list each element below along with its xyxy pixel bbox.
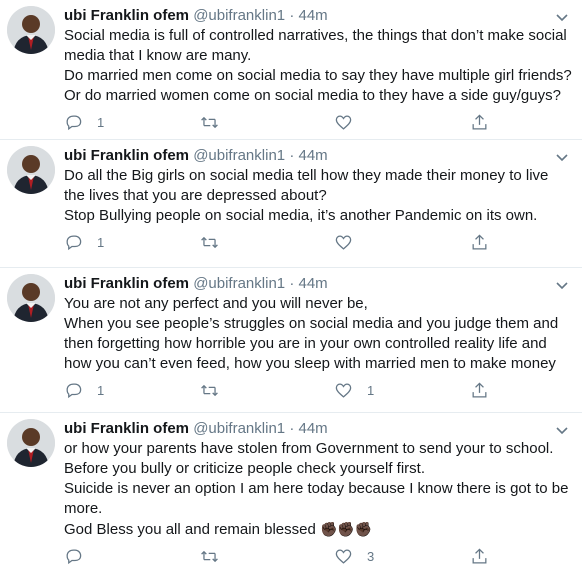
reply-button[interactable] bbox=[64, 546, 97, 566]
share-icon bbox=[472, 547, 487, 563]
share-icon bbox=[472, 113, 487, 129]
tweet-actions: 3 bbox=[64, 540, 572, 572]
tweet-actions: 1 1 bbox=[64, 374, 572, 406]
user-handle[interactable]: @ubifranklin1 bbox=[193, 7, 285, 24]
reply-icon bbox=[66, 115, 82, 130]
reply-button[interactable]: 1 bbox=[64, 232, 104, 252]
retweet-icon bbox=[201, 116, 218, 128]
retweet-button[interactable] bbox=[200, 112, 233, 132]
heart-icon bbox=[335, 115, 352, 130]
tweet-header: ubi Franklin ofem @ubifranklin1 · 44m bbox=[64, 146, 572, 166]
reply-icon bbox=[66, 549, 82, 564]
user-handle[interactable]: @ubifranklin1 bbox=[193, 147, 285, 164]
chevron-down-icon[interactable] bbox=[554, 422, 570, 438]
like-button[interactable] bbox=[334, 232, 367, 252]
reply-icon bbox=[66, 235, 82, 250]
timestamp[interactable]: 44m bbox=[298, 7, 327, 24]
reply-icon bbox=[66, 383, 82, 398]
timestamp[interactable]: 44m bbox=[298, 147, 327, 164]
like-count: 3 bbox=[367, 548, 375, 564]
reply-count: 1 bbox=[97, 234, 105, 250]
avatar[interactable] bbox=[7, 146, 55, 194]
tweet-text: You are not any perfect and you will nev… bbox=[64, 295, 559, 372]
heart-icon bbox=[335, 235, 352, 250]
separator: · bbox=[289, 420, 295, 437]
retweet-button[interactable] bbox=[200, 546, 233, 566]
share-icon bbox=[472, 233, 487, 249]
user-handle[interactable]: @ubifranklin1 bbox=[193, 420, 285, 437]
like-button[interactable] bbox=[334, 112, 367, 132]
display-name[interactable]: ubi Franklin ofem bbox=[64, 7, 189, 24]
display-name[interactable]: ubi Franklin ofem bbox=[64, 420, 189, 437]
timestamp[interactable]: 44m bbox=[298, 420, 327, 437]
tweet[interactable]: ubi Franklin ofem @ubifranklin1 · 44m or… bbox=[0, 413, 582, 573]
tweet[interactable]: ubi Franklin ofem @ubifranklin1 · 44m Do… bbox=[0, 140, 582, 268]
reply-count: 1 bbox=[97, 382, 105, 398]
tweet-text-content: or how your parents have stolen from Gov… bbox=[64, 440, 569, 538]
reply-button[interactable]: 1 bbox=[64, 380, 104, 400]
tweet-text: or how your parents have stolen from Gov… bbox=[64, 439, 572, 540]
fist-emoji: ✊🏿✊🏿✊🏿 bbox=[319, 521, 373, 537]
tweet[interactable]: ubi Franklin ofem @ubifranklin1 · 44m So… bbox=[0, 0, 582, 140]
tweet-timeline: ubi Franklin ofem @ubifranklin1 · 44m So… bbox=[0, 0, 582, 573]
retweet-icon bbox=[201, 550, 218, 562]
share-button[interactable] bbox=[470, 380, 489, 400]
chevron-down-icon[interactable] bbox=[554, 277, 570, 293]
share-icon bbox=[472, 381, 487, 397]
like-button[interactable]: 3 bbox=[334, 546, 374, 566]
tweet-header: ubi Franklin ofem @ubifranklin1 · 44m bbox=[64, 274, 572, 294]
separator: · bbox=[289, 147, 295, 164]
tweet-text: Social media is full of controlled narra… bbox=[64, 27, 572, 104]
retweet-button[interactable] bbox=[200, 232, 233, 252]
tweet-header: ubi Franklin ofem @ubifranklin1 · 44m bbox=[64, 6, 572, 26]
retweet-icon bbox=[201, 384, 218, 396]
display-name[interactable]: ubi Franklin ofem bbox=[64, 147, 189, 164]
separator: · bbox=[289, 275, 295, 292]
user-handle[interactable]: @ubifranklin1 bbox=[193, 275, 285, 292]
retweet-icon bbox=[201, 236, 218, 248]
avatar[interactable] bbox=[7, 6, 55, 54]
tweet-header: ubi Franklin ofem @ubifranklin1 · 44m bbox=[64, 419, 572, 439]
chevron-down-icon[interactable] bbox=[554, 9, 570, 25]
display-name[interactable]: ubi Franklin ofem bbox=[64, 275, 189, 292]
share-button[interactable] bbox=[470, 232, 489, 252]
share-button[interactable] bbox=[470, 112, 489, 132]
like-count: 1 bbox=[367, 382, 375, 398]
heart-icon bbox=[335, 549, 352, 564]
chevron-down-icon[interactable] bbox=[554, 149, 570, 165]
like-button[interactable]: 1 bbox=[334, 380, 374, 400]
tweet[interactable]: ubi Franklin ofem @ubifranklin1 · 44m Yo… bbox=[0, 268, 582, 413]
reply-button[interactable]: 1 bbox=[64, 112, 104, 132]
timestamp[interactable]: 44m bbox=[298, 275, 327, 292]
share-button[interactable] bbox=[470, 546, 489, 566]
avatar[interactable] bbox=[7, 419, 55, 467]
heart-icon bbox=[335, 383, 352, 398]
tweet-actions: 1 bbox=[64, 226, 572, 258]
tweet-actions: 1 bbox=[64, 106, 572, 138]
retweet-button[interactable] bbox=[200, 380, 233, 400]
avatar[interactable] bbox=[7, 274, 55, 322]
reply-count: 1 bbox=[97, 114, 105, 130]
tweet-text: Do all the Big girls on social media tel… bbox=[64, 167, 549, 224]
separator: · bbox=[289, 7, 295, 24]
